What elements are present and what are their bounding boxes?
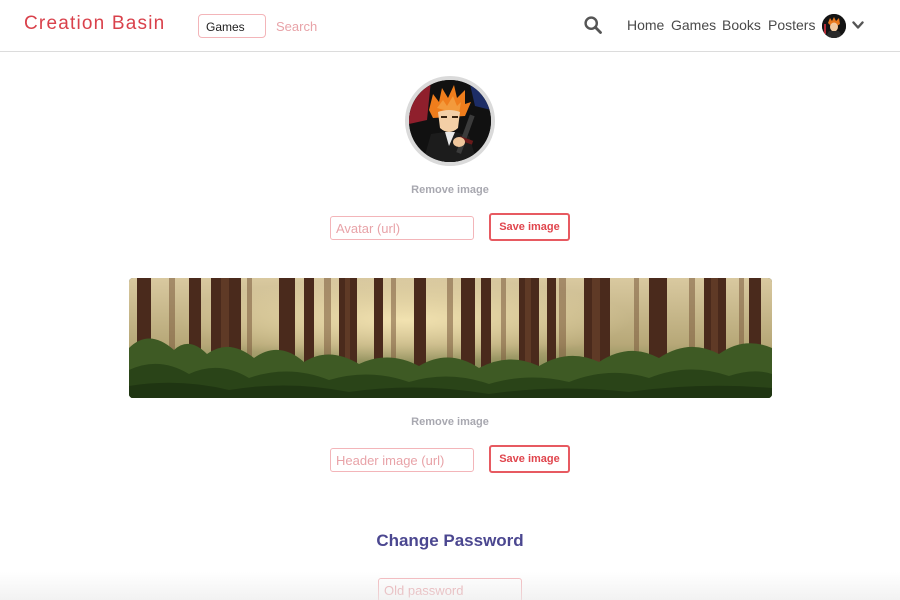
search-input[interactable] [270,14,550,38]
category-select[interactable]: Games [198,14,266,38]
remove-header-link[interactable]: Remove image [0,416,900,428]
user-avatar[interactable] [822,14,846,38]
forest-header-image [129,278,772,398]
avatar-preview [405,76,495,166]
save-header-button[interactable]: Save image [489,445,570,473]
nav-link-books[interactable]: Books [722,17,761,33]
nav-link-games[interactable]: Games [671,17,716,33]
search-icon[interactable] [584,16,602,34]
avatar-url-input[interactable] [330,216,474,240]
change-password-title: Change Password [376,531,524,550]
chevron-down-icon[interactable] [852,20,864,30]
nav-link-home[interactable]: Home [627,17,664,33]
remove-avatar-link[interactable]: Remove image [0,184,900,196]
save-avatar-button[interactable]: Save image [489,213,570,241]
nav-link-posters[interactable]: Posters [768,17,815,33]
header-image-preview [129,278,772,398]
user-avatar-image [822,14,846,38]
brand-logo[interactable]: Creation Basin [24,13,165,35]
header-url-input[interactable] [330,448,474,472]
avatar-preview-image [409,80,491,162]
top-navbar: Creation Basin Games Home Games Books Po… [0,0,900,52]
old-password-input[interactable] [378,578,522,600]
